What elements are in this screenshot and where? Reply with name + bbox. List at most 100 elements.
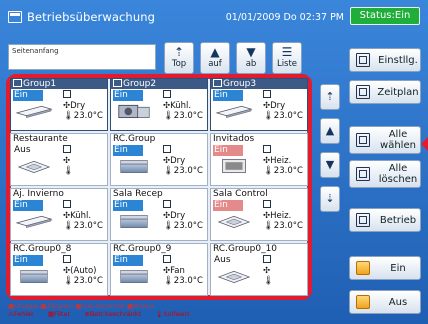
off-button[interactable]: Aus bbox=[349, 290, 421, 314]
legend: ■Gruppe ■Zeitplan ■Sub-Kontrolle ■Modus … bbox=[8, 302, 318, 324]
tile-name: Restaurante bbox=[13, 134, 68, 144]
group-tile[interactable]: RC.Group0_9 Ein ✣Fan 🌡23.0°C bbox=[110, 243, 208, 296]
schedule-indicator-icon bbox=[263, 200, 271, 208]
scroll-bottom-button[interactable]: ⇣ bbox=[320, 186, 340, 212]
datetime: 01/01/2009 Do 02:37 PM bbox=[225, 11, 344, 23]
group-tile[interactable]: RC.Group0_10 Aus ✣ 🌡 bbox=[210, 243, 308, 296]
unit-image bbox=[15, 213, 53, 229]
page-up-button[interactable]: ▲ auf bbox=[200, 42, 230, 74]
scroll-top-button[interactable]: ⇡ bbox=[320, 84, 340, 110]
group-tile[interactable]: RC.Group0_8 Ein ✣(Auto) 🌡23.0°C bbox=[10, 243, 108, 296]
thermometer-icon: 🌡 bbox=[63, 166, 74, 176]
list-icon: ☰ bbox=[281, 45, 293, 59]
unit-image bbox=[215, 103, 253, 119]
tile-name: RC.Group0_10 bbox=[213, 244, 278, 254]
page-title: Betriebsüberwachung bbox=[27, 10, 155, 24]
double-up-icon: ⇡ bbox=[325, 90, 335, 103]
group-tile[interactable]: Group2 Ein ✣Kühl. 🌡23.0°C bbox=[110, 78, 208, 131]
group-tile[interactable]: Restaurante Aus ✣ 🌡 bbox=[10, 133, 108, 186]
group-tile[interactable]: Group3 Ein ✣Dry 🌡23.0°C bbox=[210, 78, 308, 131]
tile-state: Aus bbox=[213, 255, 243, 266]
unit-image bbox=[115, 268, 153, 284]
select-all-icon bbox=[356, 133, 370, 147]
tile-temp: 🌡 bbox=[63, 166, 74, 176]
operation-button[interactable]: Betrieb bbox=[349, 208, 421, 232]
schedule-indicator-icon bbox=[263, 255, 271, 263]
group-tile[interactable]: Invitados Ein ✣Heiz. 🌡23.0°C bbox=[210, 133, 308, 186]
tile-state: Ein bbox=[113, 145, 143, 156]
legend-setpoint: 🌡Sollwert bbox=[155, 310, 190, 318]
thermometer-icon: 🌡 bbox=[63, 276, 74, 286]
group-tile[interactable]: RC.Group Ein ✣Dry 🌡23.0°C bbox=[110, 133, 208, 186]
tile-temp: 🌡 bbox=[263, 276, 274, 286]
tile-name: Aj. Invierno bbox=[13, 189, 64, 199]
group-tile[interactable]: Aj. Invierno Ein ✣Kühl. 🌡23.0°C bbox=[10, 188, 108, 241]
operation-icon bbox=[356, 213, 370, 227]
group-icon bbox=[113, 79, 122, 87]
tile-mode: ✣Kühl. bbox=[63, 211, 92, 221]
thermometer-icon: 🌡 bbox=[263, 221, 274, 231]
on-icon bbox=[356, 261, 370, 275]
tile-indicators bbox=[263, 255, 271, 264]
tile-name: Sala Control bbox=[213, 189, 268, 199]
tile-mode: ✣Fan bbox=[163, 266, 185, 276]
tile-indicators bbox=[63, 200, 71, 209]
settings-button[interactable]: Einstllg. bbox=[349, 48, 421, 72]
legend-restricted: ⊗Betr.beschränkt bbox=[84, 310, 142, 318]
tile-indicators bbox=[63, 255, 71, 264]
legend-row-1: ■Gruppe ■Zeitplan ■Sub-Kontrolle ■Modus bbox=[8, 302, 155, 310]
tile-name: RC.Group0_9 bbox=[113, 244, 172, 254]
mode-icon: ✣ bbox=[63, 156, 71, 166]
group-grid: Group1 Ein ✣Dry 🌡23.0°C Group2 Ein ✣Kühl. 🌡23.0… bbox=[10, 78, 308, 296]
clear-all-icon bbox=[356, 167, 370, 181]
legend-row-2: ⚠Fehler ▦Filter ⊗Betr.beschränkt 🌡Sollwe… bbox=[8, 310, 318, 318]
clear-all-button[interactable]: Alle löschen bbox=[349, 160, 421, 188]
tile-indicators bbox=[163, 145, 171, 154]
on-button[interactable]: Ein bbox=[349, 256, 421, 280]
page-down-button[interactable]: ▼ ab bbox=[236, 42, 266, 74]
list-button[interactable]: ☰ Liste bbox=[272, 42, 302, 74]
scroll-down-button[interactable]: ▼ bbox=[320, 152, 340, 178]
tile-mode: ✣Dry bbox=[163, 156, 186, 166]
tile-name: Invitados bbox=[213, 134, 255, 144]
tile-temp: 🌡23.0°C bbox=[63, 221, 103, 231]
tile-indicators bbox=[63, 90, 71, 99]
tile-state: Ein bbox=[213, 90, 243, 101]
scroll-up-button[interactable]: ▲ bbox=[320, 118, 340, 144]
unit-image bbox=[15, 268, 53, 284]
group-tile[interactable]: Sala Control Ein ✣Heiz. 🌡23.0°C bbox=[210, 188, 308, 241]
tile-mode: ✣Dry bbox=[263, 101, 286, 111]
tile-state: Aus bbox=[13, 145, 43, 156]
top-button[interactable]: ⇡ Top bbox=[164, 42, 194, 74]
tile-name: Group3 bbox=[213, 79, 256, 89]
select-all-button[interactable]: Alle wählen bbox=[349, 126, 421, 154]
schedule-indicator-icon bbox=[263, 145, 271, 153]
tile-temp: 🌡23.0°C bbox=[263, 111, 303, 121]
off-icon bbox=[356, 295, 370, 309]
group-tile[interactable]: Group1 Ein ✣Dry 🌡23.0°C bbox=[10, 78, 108, 131]
tile-mode: ✣Heiz. bbox=[263, 211, 292, 221]
tile-state: Ein bbox=[213, 145, 243, 156]
group-name-field: Seitenanfang bbox=[8, 44, 156, 70]
tile-mode: ✣ bbox=[263, 266, 270, 276]
thermometer-icon: 🌡 bbox=[163, 221, 174, 231]
tile-indicators bbox=[163, 90, 171, 99]
thermometer-icon: 🌡 bbox=[263, 276, 274, 286]
status-badge[interactable]: Status:Ein bbox=[350, 7, 420, 25]
schedule-indicator-icon bbox=[163, 200, 171, 208]
schedule-indicator-icon bbox=[163, 255, 171, 263]
window-icon bbox=[8, 11, 22, 23]
tile-state: Ein bbox=[113, 90, 143, 101]
schedule-indicator-icon bbox=[63, 200, 71, 208]
tile-indicators bbox=[263, 200, 271, 209]
tile-temp: 🌡23.0°C bbox=[63, 111, 103, 121]
pointer-arrow-icon bbox=[421, 137, 428, 151]
group-tile[interactable]: Sala Recep Ein ✣Dry 🌡23.0°C bbox=[110, 188, 208, 241]
unit-image bbox=[15, 158, 53, 174]
tile-state: Ein bbox=[13, 255, 43, 266]
schedule-button[interactable]: Zeitplan bbox=[349, 80, 421, 104]
schedule-indicator-icon bbox=[163, 145, 171, 153]
tile-name: RC.Group0_8 bbox=[13, 244, 72, 254]
tile-indicators bbox=[163, 200, 171, 209]
calendar-icon bbox=[356, 85, 370, 99]
